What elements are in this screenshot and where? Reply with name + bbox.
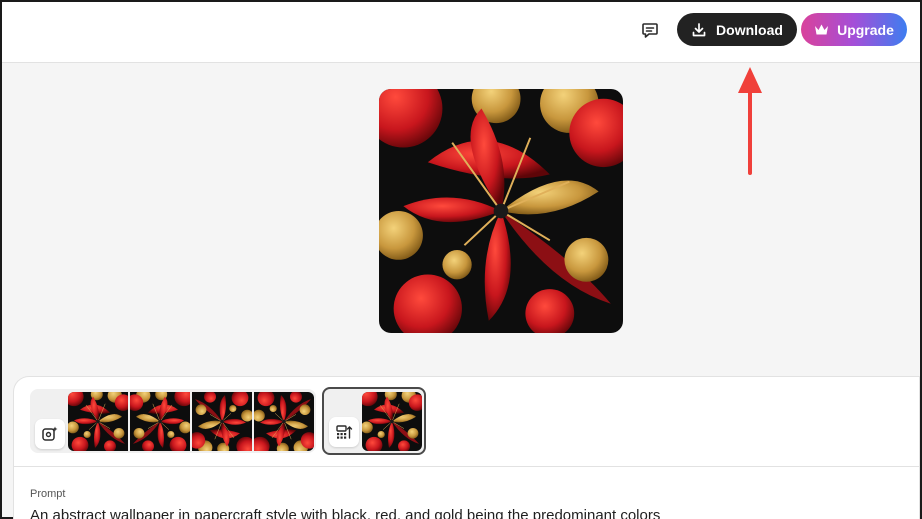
variation-thumbnail-4[interactable] bbox=[254, 392, 314, 451]
variations-group bbox=[30, 389, 316, 453]
variation-thumbnail-1[interactable] bbox=[68, 392, 128, 451]
style-reference-thumbnail[interactable] bbox=[362, 392, 422, 451]
variation-thumbnail-3[interactable] bbox=[192, 392, 252, 451]
upgrade-label: Upgrade bbox=[837, 21, 894, 38]
prompt-text[interactable]: An abstract wallpaper in papercraft styl… bbox=[30, 507, 910, 519]
crown-icon bbox=[815, 24, 829, 35]
style-reference-button[interactable] bbox=[329, 417, 359, 447]
download-label: Download bbox=[716, 21, 783, 38]
generate-similar-button[interactable] bbox=[35, 419, 65, 449]
bottom-panel: Prompt An abstract wallpaper in papercra… bbox=[13, 376, 920, 519]
prompt-label: Prompt bbox=[30, 488, 66, 500]
feedback-button[interactable] bbox=[636, 16, 664, 44]
generate-similar-icon bbox=[42, 426, 58, 441]
panel-divider bbox=[14, 466, 919, 467]
top-bar: Download Upgrade bbox=[2, 2, 920, 63]
download-icon bbox=[692, 22, 706, 36]
style-reference-icon bbox=[336, 425, 353, 439]
generated-image[interactable] bbox=[379, 89, 623, 333]
variation-thumbnail-2[interactable] bbox=[130, 392, 190, 451]
upgrade-button[interactable]: Upgrade bbox=[801, 13, 907, 46]
style-reference-group[interactable] bbox=[322, 387, 426, 455]
chat-bubble-icon bbox=[642, 23, 658, 38]
annotation-arrow bbox=[738, 67, 762, 175]
download-button[interactable]: Download bbox=[677, 13, 797, 46]
